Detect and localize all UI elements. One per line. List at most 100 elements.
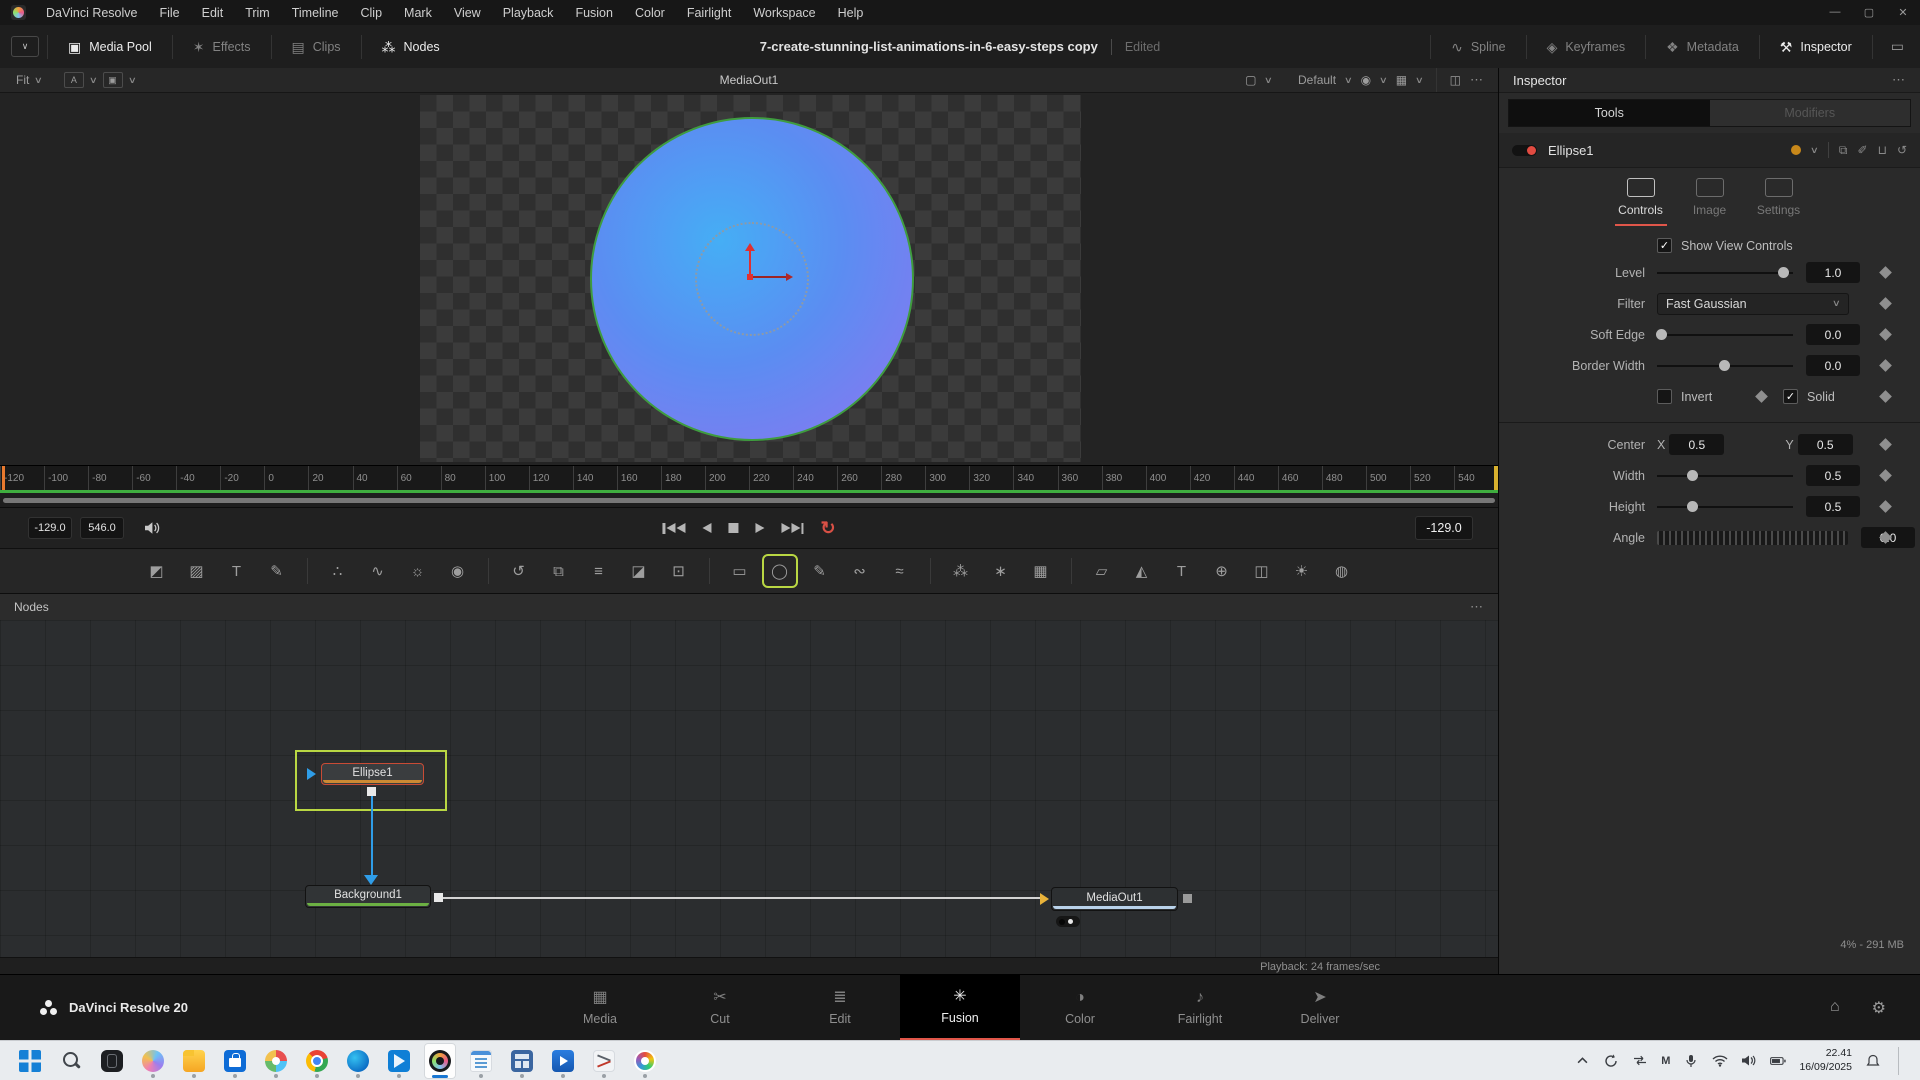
merge-tool[interactable]: ⧉ bbox=[544, 557, 574, 585]
page-tab-fusion[interactable]: ✳Fusion bbox=[900, 975, 1020, 1040]
menu-help[interactable]: Help bbox=[827, 6, 875, 20]
taskbar-windows-start[interactable] bbox=[14, 1043, 46, 1079]
border-width-value-field[interactable]: 0.0 bbox=[1806, 355, 1860, 376]
taskbar-vscode[interactable] bbox=[383, 1043, 415, 1079]
slider-handle[interactable] bbox=[1687, 470, 1698, 481]
taskbar-davinci-resolve[interactable] bbox=[424, 1043, 456, 1079]
pin-icon[interactable]: ✐ bbox=[1858, 143, 1868, 157]
image-plane-3d-tool[interactable]: ▱ bbox=[1087, 557, 1117, 585]
particle-render-tool[interactable]: ▦ bbox=[1026, 557, 1056, 585]
roi-button[interactable]: ▣ bbox=[103, 72, 123, 88]
menu-clip[interactable]: Clip bbox=[350, 6, 394, 20]
keyframe-diamond-icon[interactable] bbox=[1755, 390, 1768, 403]
soft-edge-value-field[interactable]: 0.0 bbox=[1806, 324, 1860, 345]
scrollbar-thumb[interactable] bbox=[3, 498, 1495, 503]
background-tool[interactable]: ◩ bbox=[142, 557, 172, 585]
spotlight-3d-tool[interactable]: ☀ bbox=[1287, 557, 1317, 585]
go-to-last-frame-button[interactable] bbox=[781, 519, 804, 537]
zoom-level-dropdown[interactable]: Fit bbox=[16, 73, 29, 87]
grid-options-icon[interactable]: ▦ bbox=[1396, 73, 1407, 87]
keyframe-diamond-icon[interactable] bbox=[1879, 297, 1892, 310]
page-tab-edit[interactable]: ≣Edit bbox=[780, 975, 900, 1040]
invert-checkbox[interactable] bbox=[1657, 389, 1672, 404]
renderer-3d-tool[interactable]: ◍ bbox=[1327, 557, 1357, 585]
slider-handle[interactable] bbox=[1778, 267, 1789, 278]
center-handle[interactable] bbox=[747, 274, 753, 280]
play-button[interactable] bbox=[755, 519, 764, 537]
page-tab-cut[interactable]: ✂Cut bbox=[660, 975, 780, 1040]
node-color-swatch[interactable] bbox=[1791, 145, 1801, 155]
taskbar-movies-app[interactable] bbox=[547, 1043, 579, 1079]
taskbar-notepad[interactable] bbox=[465, 1043, 497, 1079]
subtab-settings[interactable]: Settings bbox=[1750, 178, 1808, 226]
show-desktop-button[interactable] bbox=[1898, 1047, 1902, 1075]
volume-icon[interactable] bbox=[1741, 1053, 1757, 1069]
taskbar-search[interactable] bbox=[55, 1043, 87, 1079]
clock[interactable]: 22.41 16/09/2025 bbox=[1799, 1047, 1852, 1074]
page-tab-deliver[interactable]: ➤Deliver bbox=[1260, 975, 1380, 1040]
spline-button[interactable]: ∿Spline bbox=[1439, 40, 1517, 54]
page-tab-fairlight[interactable]: ♪Fairlight bbox=[1140, 975, 1260, 1040]
battery-icon[interactable] bbox=[1770, 1053, 1786, 1069]
menu-file[interactable]: File bbox=[148, 6, 190, 20]
blur-tool[interactable]: ∴ bbox=[323, 557, 353, 585]
clips-button[interactable]: ▤Clips bbox=[280, 40, 353, 54]
m-app-icon[interactable]: M bbox=[1661, 1055, 1670, 1067]
mediaout1-output[interactable] bbox=[1183, 894, 1192, 903]
center-y-field[interactable]: 0.5 bbox=[1798, 434, 1853, 455]
viewer2-dot[interactable] bbox=[1068, 919, 1073, 924]
menu-playback[interactable]: Playback bbox=[492, 6, 565, 20]
background1-output[interactable] bbox=[434, 893, 443, 902]
menu-color[interactable]: Color bbox=[624, 6, 676, 20]
page-tab-color[interactable]: ◑Color bbox=[1020, 975, 1140, 1040]
fast-noise-tool[interactable]: ▨ bbox=[182, 557, 212, 585]
taskbar-copilot[interactable] bbox=[137, 1043, 169, 1079]
keyframe-diamond-icon[interactable] bbox=[1879, 500, 1892, 513]
viewer-preset-dropdown[interactable]: Default bbox=[1298, 73, 1336, 87]
taskbar-microsoft-store[interactable] bbox=[219, 1043, 251, 1079]
show-view-controls-checkbox[interactable]: ✓ bbox=[1657, 238, 1672, 253]
interface-toggle-button[interactable]: ∨ bbox=[11, 36, 39, 57]
angle-thumbwheel[interactable] bbox=[1657, 531, 1848, 545]
gain-gamma-button[interactable]: A bbox=[64, 72, 84, 88]
range-out-field[interactable]: 546.0 bbox=[80, 517, 124, 539]
panel-layout-icon[interactable]: ▭ bbox=[1881, 38, 1914, 55]
page-tab-media[interactable]: ▦Media bbox=[540, 975, 660, 1040]
stop-button[interactable] bbox=[728, 519, 738, 537]
level-value-field[interactable]: 1.0 bbox=[1806, 262, 1860, 283]
bspline-mask-tool[interactable]: ∾ bbox=[845, 557, 875, 585]
soft-edge-slider[interactable] bbox=[1657, 324, 1793, 345]
media-pool-button[interactable]: ▣Media Pool bbox=[56, 40, 164, 54]
taskbar-edge[interactable] bbox=[342, 1043, 374, 1079]
mediaout1-input[interactable] bbox=[1040, 893, 1049, 905]
menu-davinci-resolve[interactable]: DaVinci Resolve bbox=[35, 6, 148, 20]
matte-control-tool[interactable]: ◪ bbox=[624, 557, 654, 585]
lock-icon[interactable]: ⊔ bbox=[1878, 143, 1887, 157]
ellipse-mask-tool[interactable]: ◯ bbox=[765, 557, 795, 585]
keyframe-diamond-icon[interactable] bbox=[1879, 359, 1892, 372]
center-x-field[interactable]: 0.5 bbox=[1669, 434, 1724, 455]
nodes-button[interactable]: ⁂Nodes bbox=[370, 40, 452, 54]
menu-workspace[interactable]: Workspace bbox=[742, 6, 826, 20]
wifi-icon[interactable] bbox=[1712, 1053, 1728, 1069]
brightness-contrast-tool[interactable]: ☼ bbox=[403, 557, 433, 585]
menu-trim[interactable]: Trim bbox=[234, 6, 281, 20]
paint-tool[interactable]: ✎ bbox=[262, 557, 292, 585]
inspector-button[interactable]: ⚒Inspector bbox=[1768, 40, 1864, 54]
shape-3d-tool[interactable]: ◭ bbox=[1127, 557, 1157, 585]
width-value-field[interactable]: 0.5 bbox=[1806, 465, 1860, 486]
particle-spawn-tool[interactable]: ∗ bbox=[986, 557, 1016, 585]
cast-icon[interactable] bbox=[1632, 1053, 1648, 1069]
text-plus-tool[interactable]: T bbox=[222, 557, 252, 585]
current-frame-field[interactable]: -129.0 bbox=[1415, 516, 1473, 540]
taskbar-paint[interactable] bbox=[629, 1043, 661, 1079]
slider-handle[interactable] bbox=[1719, 360, 1730, 371]
tab-tools[interactable]: Tools bbox=[1509, 100, 1710, 126]
rectangle-mask-tool[interactable]: ▭ bbox=[725, 557, 755, 585]
keyframe-diamond-icon[interactable] bbox=[1879, 266, 1892, 279]
keyframe-diamond-icon[interactable] bbox=[1879, 469, 1892, 482]
mic-icon[interactable] bbox=[1683, 1053, 1699, 1069]
taskbar-snipping-tool[interactable] bbox=[588, 1043, 620, 1079]
versions-icon[interactable]: ⧉ bbox=[1839, 143, 1848, 158]
sync-icon[interactable] bbox=[1603, 1053, 1619, 1069]
